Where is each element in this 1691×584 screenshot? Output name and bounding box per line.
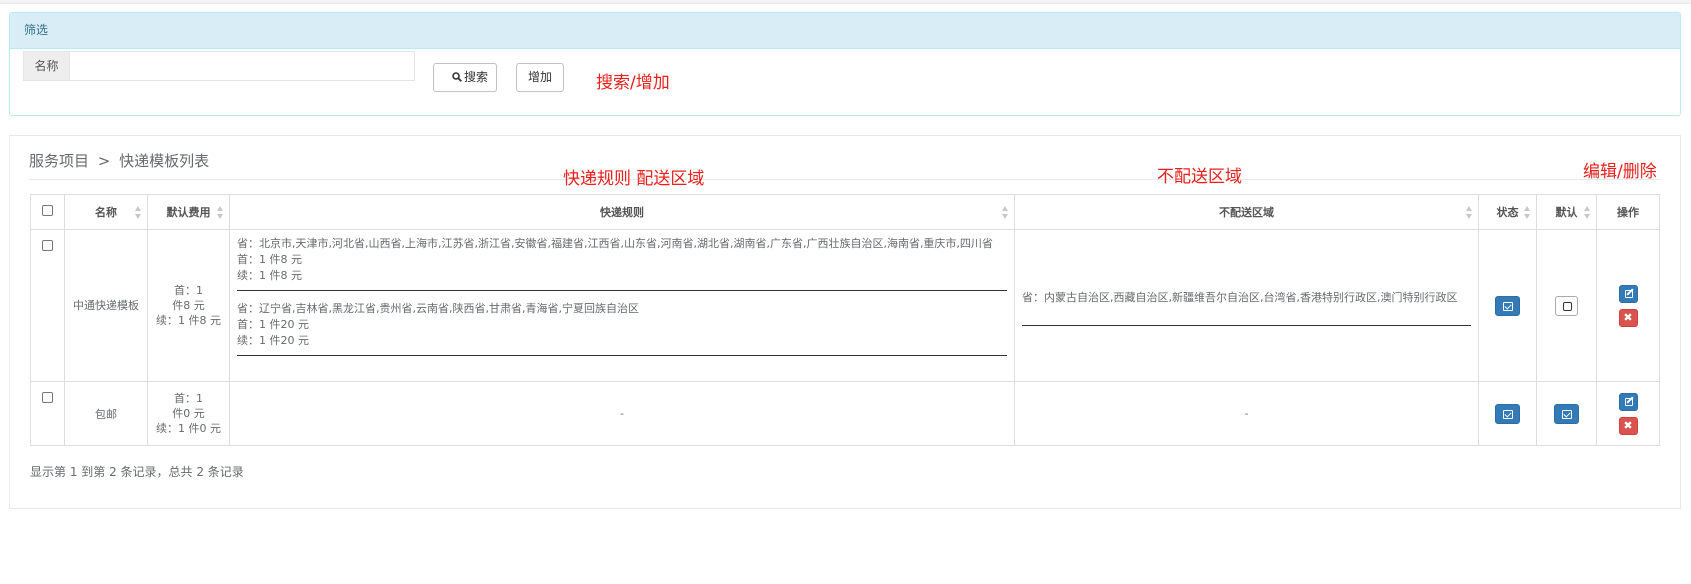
sort-icon	[1466, 206, 1473, 220]
status-on-toggle[interactable]	[1495, 403, 1520, 424]
breadcrumb-parent[interactable]: 服务项目	[29, 152, 89, 170]
sort-icon	[1002, 206, 1009, 220]
check-square-icon	[1503, 301, 1513, 311]
edit-icon	[1624, 397, 1633, 406]
annotation-search-add: 搜索/增加	[596, 73, 670, 93]
close-icon: ✖	[1623, 310, 1633, 324]
annotation-no-area: 不配送区域	[1157, 167, 1242, 187]
search-button[interactable]: 搜索	[433, 63, 497, 92]
template-table: 名称 默认费用 快递规则 不配送区域 状态 默认 操作 中通快递模板 首：1 件…	[30, 194, 1660, 446]
sort-icon	[217, 206, 224, 220]
row-no-delivery: -	[1014, 381, 1479, 446]
edit-button[interactable]	[1618, 284, 1638, 303]
fee-first: 首：1 件8 元	[172, 284, 205, 312]
sort-icon	[135, 206, 142, 220]
row-default	[1536, 229, 1597, 382]
row-default	[1536, 381, 1597, 446]
fee-next: 续：1 件8 元	[156, 314, 221, 327]
table-header-row: 名称 默认费用 快递规则 不配送区域 状态 默认 操作	[30, 194, 1660, 230]
rule-provinces: 省：北京市,天津市,河北省,山西省,上海市,江苏省,浙江省,安徽省,福建省,江西…	[237, 237, 993, 250]
status-on-toggle[interactable]	[1495, 295, 1520, 316]
fee-next: 续：1 件0 元	[156, 422, 221, 435]
select-all-header	[30, 194, 65, 230]
row-actions: ✖	[1596, 381, 1660, 446]
row-status	[1478, 229, 1537, 382]
breadcrumb-divider	[29, 179, 1660, 180]
row-name: 中通快递模板	[64, 229, 148, 382]
row-select-cell	[30, 381, 65, 446]
breadcrumb-separator: >	[97, 152, 111, 170]
add-button[interactable]: 增加	[516, 63, 564, 92]
rule-block: 省：辽宁省,吉林省,黑龙江省,贵州省,云南省,陕西省,甘肃省,青海省,宁夏回族自…	[237, 301, 1007, 356]
default-on-toggle[interactable]	[1554, 403, 1579, 424]
column-header-rules[interactable]: 快递规则	[229, 194, 1015, 230]
row-name: 包邮	[64, 381, 148, 446]
row-rules: 省：北京市,天津市,河北省,山西省,上海市,江苏省,浙江省,安徽省,福建省,江西…	[229, 229, 1015, 382]
no-delivery-provinces: 省：内蒙古自治区,西藏自治区,新疆维吾尔自治区,台湾省,香港特别行政区,澳门特别…	[1022, 290, 1458, 304]
sort-icon	[1524, 206, 1531, 220]
no-delivery-block: 省：内蒙古自治区,西藏自治区,新疆维吾尔自治区,台湾省,香港特别行政区,澳门特别…	[1022, 290, 1471, 326]
column-header-status[interactable]: 状态	[1478, 194, 1537, 230]
select-all-checkbox[interactable]	[42, 205, 53, 216]
name-search-group: 名称	[23, 51, 415, 81]
delete-button[interactable]: ✖	[1618, 308, 1638, 327]
search-icon	[452, 65, 462, 82]
breadcrumb: 服务项目 > 快递模板列表	[29, 150, 209, 171]
row-actions: ✖	[1596, 229, 1660, 382]
column-header-default[interactable]: 默认	[1536, 194, 1597, 230]
column-header-name[interactable]: 名称	[64, 194, 148, 230]
annotation-edit-delete: 编辑/删除	[1583, 162, 1657, 182]
row-checkbox[interactable]	[42, 240, 53, 251]
row-checkbox[interactable]	[42, 392, 53, 403]
name-label: 名称	[23, 51, 69, 81]
row-rules: -	[229, 381, 1015, 446]
rule-next: 续：1 件8 元	[237, 269, 302, 282]
column-header-actions: 操作	[1596, 194, 1660, 230]
check-square-icon	[1562, 409, 1572, 419]
close-icon: ✖	[1623, 418, 1633, 432]
pagination-summary: 显示第 1 到第 2 条记录，总共 2 条记录	[30, 465, 244, 479]
rule-next: 续：1 件20 元	[237, 334, 309, 347]
sort-icon	[1584, 206, 1591, 220]
annotation-rules-area: 快递规则 配送区域	[563, 169, 705, 189]
row-default-fee: 首：1 件8 元 续：1 件8 元	[147, 229, 230, 382]
delete-button[interactable]: ✖	[1618, 416, 1638, 435]
row-select-cell	[30, 229, 65, 382]
row-status	[1478, 381, 1537, 446]
fee-first: 首：1 件0 元	[172, 392, 205, 420]
column-header-default-fee[interactable]: 默认费用	[147, 194, 230, 230]
edit-icon	[1624, 289, 1633, 298]
name-search-input[interactable]	[69, 51, 415, 81]
rule-first: 首：1 件8 元	[237, 253, 302, 266]
row-no-delivery: 省：内蒙古自治区,西藏自治区,新疆维吾尔自治区,台湾省,香港特别行政区,澳门特别…	[1014, 229, 1479, 382]
edit-button[interactable]	[1618, 392, 1638, 411]
rule-first: 首：1 件20 元	[237, 318, 309, 331]
breadcrumb-current: 快递模板列表	[119, 152, 210, 170]
filter-panel-title: 筛选	[10, 13, 1680, 49]
table-row: 中通快递模板 首：1 件8 元 续：1 件8 元 省：北京市,天津市,河北省,山…	[30, 229, 1660, 382]
search-button-label: 搜索	[463, 70, 488, 84]
check-square-icon	[1503, 409, 1513, 419]
row-default-fee: 首：1 件0 元 续：1 件0 元	[147, 381, 230, 446]
empty-square-icon	[1563, 301, 1572, 311]
default-off-toggle[interactable]	[1555, 295, 1578, 316]
top-bar	[0, 0, 1691, 4]
rule-provinces: 省：辽宁省,吉林省,黑龙江省,贵州省,云南省,陕西省,甘肃省,青海省,宁夏回族自…	[237, 302, 639, 315]
table-row: 包邮 首：1 件0 元 续：1 件0 元 - - ✖	[30, 381, 1660, 446]
column-header-no-delivery[interactable]: 不配送区域	[1014, 194, 1479, 230]
rule-block: 省：北京市,天津市,河北省,山西省,上海市,江苏省,浙江省,安徽省,福建省,江西…	[237, 236, 1007, 291]
